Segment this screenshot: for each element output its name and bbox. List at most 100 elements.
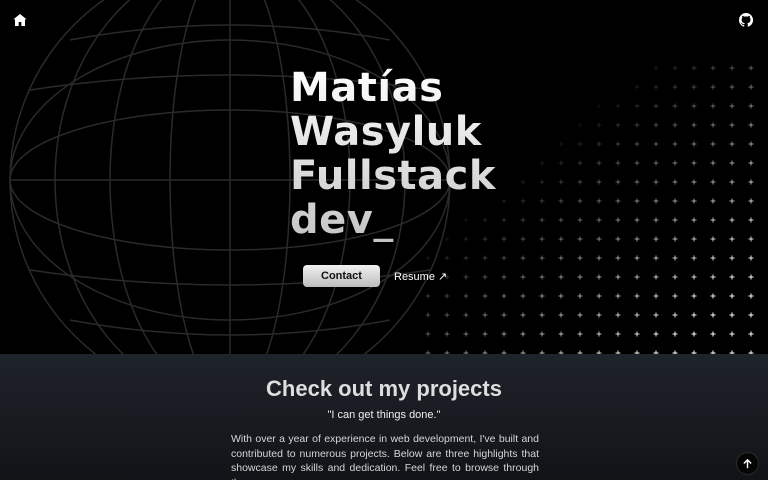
grid-plus-mark xyxy=(634,179,640,185)
grid-plus-mark xyxy=(748,255,754,261)
grid-plus-mark xyxy=(672,312,678,318)
grid-plus-mark xyxy=(577,236,583,242)
grid-plus-mark xyxy=(691,84,697,90)
grid-plus-mark xyxy=(729,274,735,280)
grid-plus-mark xyxy=(463,255,469,261)
grid-plus-mark xyxy=(653,217,659,223)
grid-plus-mark xyxy=(482,274,488,280)
contact-button[interactable]: Contact xyxy=(303,265,380,287)
grid-plus-mark xyxy=(653,274,659,280)
top-nav xyxy=(0,0,768,40)
grid-plus-mark xyxy=(596,293,602,299)
grid-plus-mark xyxy=(710,103,716,109)
hero-title-line: Wasyluk xyxy=(290,109,482,155)
grid-plus-mark xyxy=(634,198,640,204)
grid-plus-mark xyxy=(672,103,678,109)
hero-title: Matías Wasyluk Fullstack dev_ xyxy=(290,66,496,242)
grid-plus-mark xyxy=(596,198,602,204)
grid-plus-mark xyxy=(615,274,621,280)
grid-plus-mark xyxy=(653,293,659,299)
grid-plus-mark xyxy=(501,331,507,337)
home-button[interactable] xyxy=(10,10,30,30)
grid-plus-mark xyxy=(691,65,697,71)
grid-plus-mark xyxy=(501,312,507,318)
grid-plus-mark xyxy=(672,141,678,147)
grid-plus-mark xyxy=(691,293,697,299)
scroll-to-top-button[interactable] xyxy=(736,452,759,475)
projects-section: Check out my projects "I can get things … xyxy=(0,354,768,480)
grid-plus-mark xyxy=(520,293,526,299)
grid-plus-mark xyxy=(672,217,678,223)
grid-plus-mark xyxy=(691,331,697,337)
grid-plus-mark xyxy=(558,274,564,280)
grid-plus-mark xyxy=(520,179,526,185)
grid-plus-mark xyxy=(691,217,697,223)
grid-plus-mark xyxy=(596,122,602,128)
grid-plus-mark xyxy=(596,255,602,261)
grid-plus-mark xyxy=(691,160,697,166)
grid-plus-mark xyxy=(691,141,697,147)
grid-plus-mark xyxy=(710,312,716,318)
grid-plus-mark xyxy=(615,122,621,128)
grid-plus-mark xyxy=(691,179,697,185)
grid-plus-mark xyxy=(520,255,526,261)
grid-plus-mark xyxy=(501,255,507,261)
grid-plus-mark xyxy=(672,236,678,242)
grid-plus-mark xyxy=(539,274,545,280)
grid-plus-mark xyxy=(691,236,697,242)
hero-title-line: Fullstack xyxy=(290,153,496,199)
hero-actions: Contact Resume ↗ xyxy=(303,265,447,287)
grid-plus-mark xyxy=(539,255,545,261)
grid-plus-mark xyxy=(482,331,488,337)
grid-plus-mark xyxy=(729,179,735,185)
grid-plus-mark xyxy=(615,103,621,109)
grid-plus-mark xyxy=(520,217,526,223)
grid-plus-mark xyxy=(615,293,621,299)
grid-plus-mark xyxy=(615,255,621,261)
grid-plus-mark xyxy=(558,217,564,223)
grid-plus-mark xyxy=(558,141,564,147)
grid-plus-mark xyxy=(748,122,754,128)
grid-plus-mark xyxy=(539,179,545,185)
grid-plus-mark xyxy=(425,331,431,337)
grid-plus-mark xyxy=(653,312,659,318)
grid-plus-mark xyxy=(539,293,545,299)
github-link[interactable] xyxy=(736,10,756,30)
grid-plus-mark xyxy=(615,141,621,147)
grid-plus-mark xyxy=(691,255,697,261)
grid-plus-mark xyxy=(501,274,507,280)
grid-plus-mark xyxy=(710,255,716,261)
resume-link[interactable]: Resume ↗ xyxy=(394,270,447,283)
grid-plus-mark xyxy=(444,312,450,318)
grid-plus-mark xyxy=(463,293,469,299)
grid-plus-mark xyxy=(539,236,545,242)
grid-plus-mark xyxy=(444,255,450,261)
grid-plus-mark xyxy=(539,198,545,204)
grid-plus-mark xyxy=(501,236,507,242)
grid-plus-mark xyxy=(558,312,564,318)
grid-plus-mark xyxy=(653,255,659,261)
grid-plus-mark xyxy=(672,65,678,71)
grid-plus-mark xyxy=(710,141,716,147)
grid-plus-mark xyxy=(710,274,716,280)
grid-plus-mark xyxy=(653,160,659,166)
grid-plus-mark xyxy=(729,312,735,318)
grid-plus-mark xyxy=(748,103,754,109)
grid-plus-mark xyxy=(634,103,640,109)
grid-plus-mark xyxy=(653,236,659,242)
grid-plus-mark xyxy=(615,160,621,166)
grid-plus-mark xyxy=(634,274,640,280)
grid-plus-mark xyxy=(634,312,640,318)
grid-plus-mark xyxy=(710,160,716,166)
grid-plus-mark xyxy=(729,293,735,299)
grid-plus-mark xyxy=(558,160,564,166)
grid-plus-mark xyxy=(653,103,659,109)
grid-plus-mark xyxy=(653,141,659,147)
grid-plus-mark xyxy=(558,255,564,261)
grid-plus-mark xyxy=(482,312,488,318)
grid-plus-mark xyxy=(577,160,583,166)
hero-title-line: Matías xyxy=(290,65,444,111)
grid-plus-mark xyxy=(577,293,583,299)
grid-plus-mark xyxy=(729,84,735,90)
grid-plus-mark xyxy=(425,293,431,299)
